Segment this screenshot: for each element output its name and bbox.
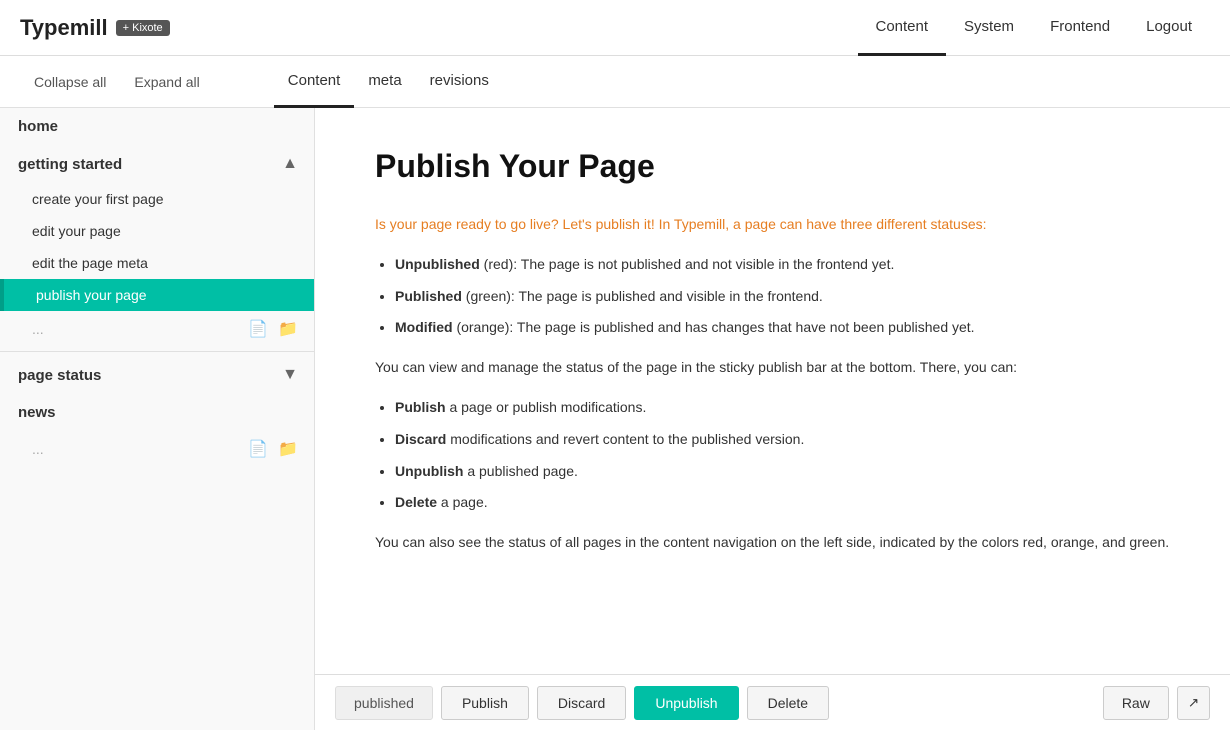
unpublish-button[interactable]: Unpublish [634, 686, 738, 720]
action-delete: Delete a page. [395, 491, 1170, 515]
brand-title: Typemill [20, 15, 108, 41]
action-publish-desc: a page or publish modifications. [449, 399, 646, 415]
discard-button[interactable]: Discard [537, 686, 626, 720]
sidebar-placeholder-1: ... 📄 📁 [0, 311, 314, 347]
external-link-button[interactable]: ↗ [1177, 686, 1210, 720]
folder-icon-2[interactable]: 📁 [278, 439, 298, 459]
sidebar-item-edit-page[interactable]: edit your page [0, 215, 314, 247]
actions-list: Publish a page or publish modifications.… [395, 396, 1170, 515]
tab-group: Content meta revisions [274, 56, 503, 108]
manage-paragraph: You can view and manage the status of th… [375, 356, 1170, 380]
main-layout: home getting started ▲ create your first… [0, 108, 1230, 730]
nav-system[interactable]: System [946, 0, 1032, 56]
sidebar-item-publish-page[interactable]: publish your page [0, 279, 314, 311]
action-unpublish-desc: a published page. [467, 463, 578, 479]
status-published: Published (green): The page is published… [395, 285, 1170, 309]
action-discard-desc: modifications and revert content to the … [450, 431, 804, 447]
sidebar-edit-page-label: edit your page [32, 223, 121, 239]
sidebar-item-getting-started[interactable]: getting started ▲ [0, 145, 314, 183]
action-delete-term: Delete [395, 494, 437, 510]
sidebar-publish-page-label: publish your page [36, 287, 147, 303]
file-icon-2[interactable]: 📄 [248, 439, 268, 459]
nav-frontend[interactable]: Frontend [1032, 0, 1128, 56]
sidebar-news-label: news [18, 404, 56, 421]
publish-status-badge: published [335, 686, 433, 720]
sidebar-divider-1 [0, 351, 314, 352]
collapse-all-button[interactable]: Collapse all [20, 68, 120, 96]
sidebar-page-status-label: page status [18, 367, 101, 384]
action-delete-desc: a page. [441, 494, 488, 510]
sidebar-placeholder-1-text: ... [32, 321, 44, 337]
status-unpublished-desc: The page is not published and not visibl… [521, 256, 895, 272]
status-unpublished: Unpublished (red): The page is not publi… [395, 253, 1170, 277]
page-title: Publish Your Page [375, 148, 1170, 185]
nav-links: Content System Frontend Logout [858, 0, 1211, 56]
action-discard-term: Discard [395, 431, 446, 447]
expand-all-button[interactable]: Expand all [120, 68, 213, 96]
publish-bar: published Publish Discard Unpublish Dele… [315, 674, 1230, 730]
folder-icon[interactable]: 📁 [278, 319, 298, 339]
intro-text: Is your page ready to go live? Let's pub… [375, 216, 987, 232]
action-publish: Publish a page or publish modifications. [395, 396, 1170, 420]
tab-content[interactable]: Content [274, 56, 355, 108]
sidebar-toggle-icon: ▲ [282, 155, 298, 173]
sidebar-item-news[interactable]: news [0, 394, 314, 431]
status-modified-note: (orange): [456, 319, 516, 335]
sidebar-item-create-first-page[interactable]: create your first page [0, 183, 314, 215]
sidebar-placeholder-2: ... 📄 📁 [0, 431, 314, 467]
action-unpublish: Unpublish a published page. [395, 460, 1170, 484]
sidebar-item-page-status[interactable]: page status ▼ [0, 356, 314, 394]
sidebar-getting-started-label: getting started [18, 156, 122, 173]
sidebar-edit-page-meta-label: edit the page meta [32, 255, 148, 271]
sidebar: home getting started ▲ create your first… [0, 108, 315, 730]
footer-paragraph: You can also see the status of all pages… [375, 531, 1170, 555]
content-area: Publish Your Page Is your page ready to … [315, 108, 1230, 730]
sidebar-toggle-page-status-icon: ▼ [282, 366, 298, 384]
intro-paragraph: Is your page ready to go live? Let's pub… [375, 213, 1170, 237]
brand-badge: + Kixote [116, 20, 170, 36]
status-published-desc: The page is published and visible in the… [518, 288, 822, 304]
status-modified-term: Modified [395, 319, 453, 335]
status-modified-desc: The page is published and has changes th… [517, 319, 975, 335]
action-publish-term: Publish [395, 399, 446, 415]
sidebar-item-edit-page-meta[interactable]: edit the page meta [0, 247, 314, 279]
tab-meta[interactable]: meta [354, 56, 415, 108]
status-modified: Modified (orange): The page is published… [395, 316, 1170, 340]
sub-header: Collapse all Expand all Content meta rev… [0, 56, 1230, 108]
sidebar-item-home[interactable]: home [0, 108, 314, 145]
publish-button[interactable]: Publish [441, 686, 529, 720]
action-unpublish-term: Unpublish [395, 463, 463, 479]
sidebar-placeholder-2-text: ... [32, 441, 44, 457]
brand: Typemill + Kixote [20, 15, 170, 41]
top-nav: Typemill + Kixote Content System Fronten… [0, 0, 1230, 56]
sidebar-home-label: home [18, 118, 58, 135]
file-icon[interactable]: 📄 [248, 319, 268, 339]
nav-logout[interactable]: Logout [1128, 0, 1210, 56]
raw-button[interactable]: Raw [1103, 686, 1169, 720]
status-published-note: (green): [466, 288, 519, 304]
sidebar-create-first-page-label: create your first page [32, 191, 164, 207]
status-unpublished-note: (red): [484, 256, 521, 272]
status-unpublished-term: Unpublished [395, 256, 480, 272]
tab-revisions[interactable]: revisions [416, 56, 503, 108]
delete-button[interactable]: Delete [747, 686, 829, 720]
action-discard: Discard modifications and revert content… [395, 428, 1170, 452]
status-list: Unpublished (red): The page is not publi… [395, 253, 1170, 340]
status-published-term: Published [395, 288, 462, 304]
toolbar-buttons: Collapse all Expand all [20, 68, 214, 96]
nav-content[interactable]: Content [858, 0, 947, 56]
